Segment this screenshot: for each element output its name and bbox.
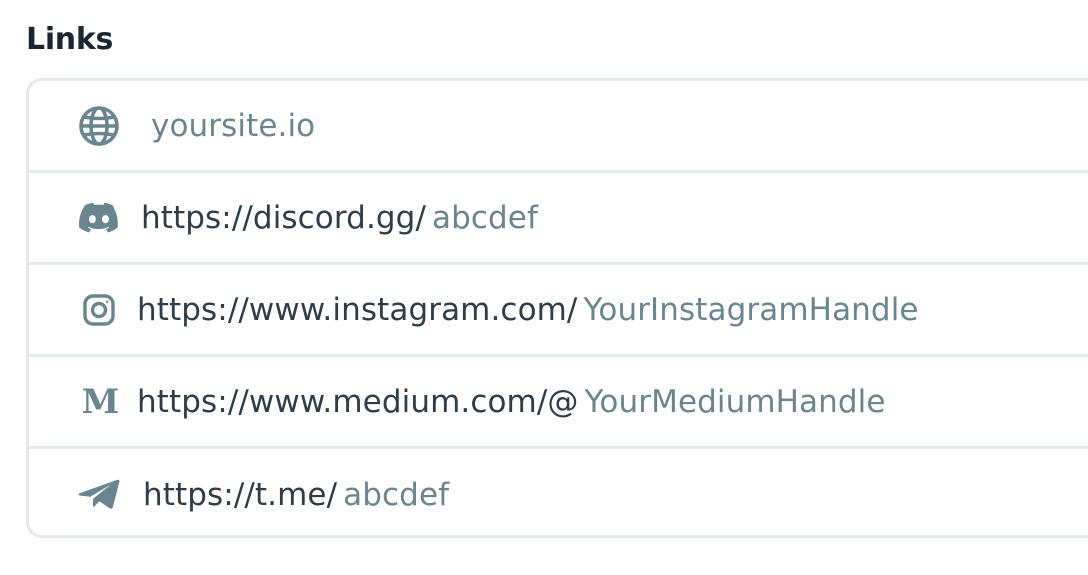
- telegram-link-text: https://t.me/ abcdef: [143, 477, 449, 513]
- discord-link-prefix: https://discord.gg/: [141, 199, 427, 236]
- instagram-link-prefix: https://www.instagram.com/: [137, 291, 578, 328]
- globe-icon: [77, 104, 121, 148]
- instagram-link-text: https://www.instagram.com/ YourInstagram…: [137, 292, 919, 328]
- medium-link-prefix: https://www.medium.com/@: [137, 383, 579, 420]
- discord-icon: [77, 196, 121, 240]
- website-link-text: yoursite.io: [151, 108, 315, 144]
- section-title: Links: [26, 22, 114, 57]
- instagram-link-value: YourInstagramHandle: [583, 291, 919, 328]
- telegram-link-value: abcdef: [343, 477, 450, 513]
- discord-link-value: abcdef: [432, 199, 538, 236]
- instagram-link-field[interactable]: https://www.instagram.com/ YourInstagram…: [29, 265, 1088, 357]
- medium-icon: M: [81, 381, 120, 422]
- medium-link-text: https://www.medium.com/@ YourMediumHandl…: [137, 384, 886, 420]
- discord-link-field[interactable]: https://discord.gg/ abcdef: [29, 173, 1088, 265]
- links-list: yoursite.io https://discord.gg/ abcdef h…: [26, 78, 1088, 538]
- telegram-link-field[interactable]: https://t.me/ abcdef: [29, 449, 1088, 535]
- telegram-link-prefix: https://t.me/: [143, 477, 338, 513]
- medium-link-field[interactable]: M https://www.medium.com/@ YourMediumHan…: [29, 357, 1088, 449]
- discord-link-text: https://discord.gg/ abcdef: [141, 200, 538, 236]
- instagram-icon: [77, 288, 121, 332]
- telegram-icon: [77, 473, 121, 517]
- medium-link-value: YourMediumHandle: [584, 383, 886, 420]
- website-link-field[interactable]: yoursite.io: [29, 81, 1088, 173]
- website-link-value: yoursite.io: [151, 107, 316, 144]
